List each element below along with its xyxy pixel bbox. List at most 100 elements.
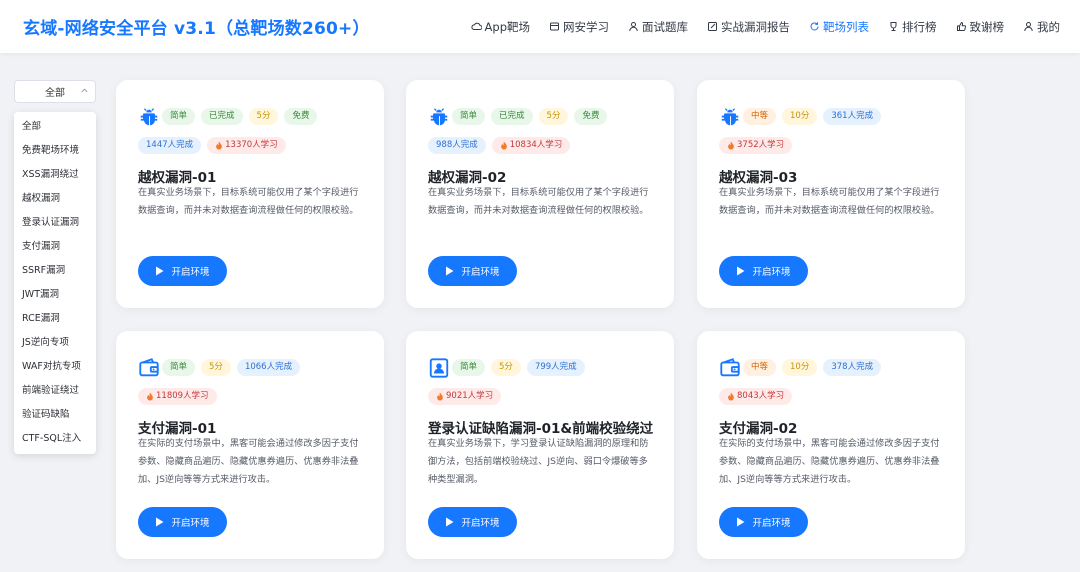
dropdown-option[interactable]: 登录认证漏洞 xyxy=(14,211,96,235)
nav-item-label: App靶场 xyxy=(484,19,530,34)
tag-badge: 5分 xyxy=(538,108,569,125)
nav-item-7[interactable]: 我的 xyxy=(1023,19,1060,35)
dropdown-option[interactable]: 免费靶场环境 xyxy=(14,139,96,163)
play-icon xyxy=(737,517,745,527)
tag-text: 361人完成 xyxy=(831,111,874,121)
category-select[interactable]: 全部 xyxy=(14,80,96,103)
fire-icon xyxy=(437,392,443,401)
tag-badge: 5分 xyxy=(491,359,521,376)
play-icon xyxy=(156,266,164,276)
tag-badge: 988人完成 xyxy=(428,137,486,154)
tag-text: 11809人学习 xyxy=(156,391,209,401)
learners-badge: 10834人学习 xyxy=(491,137,571,154)
tag-text: 3752人学习 xyxy=(737,140,785,150)
tag-text: 简单 xyxy=(460,362,478,372)
challenge-card: 简单 5分 799人完成 9021人学习 登录认证缺陷漏洞-01&前端校验绕过 在真实业务… xyxy=(406,331,674,559)
tag-badge: 免费 xyxy=(574,108,608,125)
tag-badge: 378人完成 xyxy=(823,359,882,376)
tag-list: 简单 5分 799人完成 9021人学习 xyxy=(428,359,664,417)
learners-badge: 11809人学习 xyxy=(138,388,217,405)
tag-list: 简单 已完成 5分 免费 988人完成 10834人学习 xyxy=(428,108,664,166)
tag-text: 5分 xyxy=(256,111,271,121)
nav-item-label: 网安学习 xyxy=(563,19,609,34)
nav-item-4[interactable]: 靶场列表 xyxy=(809,19,869,35)
card-description: 在实际的支付场景中，黑客可能会通过修改多因子支付参数、隐藏商品遍历、隐藏优惠券遍… xyxy=(719,438,940,485)
tag-text: 378人完成 xyxy=(831,362,874,372)
dropdown-option[interactable]: CTF-SQL注入 xyxy=(14,427,96,451)
tag-text: 5分 xyxy=(546,111,561,121)
card-title: 登录认证缺陷漏洞-01&前端校验绕过 xyxy=(428,421,654,437)
fire-icon xyxy=(728,141,734,150)
tag-list: 中等 10分 361人完成 3752人学习 xyxy=(719,108,955,166)
nav-item-1[interactable]: 网安学习 xyxy=(549,19,609,35)
tag-text: 9021人学习 xyxy=(446,391,494,401)
tag-text: 988人完成 xyxy=(436,140,478,150)
dropdown-option[interactable]: 验证码缺陷 xyxy=(14,403,96,427)
user-icon xyxy=(1024,22,1033,32)
challenge-card: 简单 5分 1066人完成 11809人学习 支付漏洞-01 在实际的支付场景中，黑客可能… xyxy=(116,331,384,559)
book-icon xyxy=(550,22,559,31)
tag-badge: 已完成 xyxy=(201,108,243,125)
chevron-up-icon xyxy=(81,88,88,93)
challenge-card: 中等 10分 361人完成 3752人学习 越权漏洞-03 在真实业务场景下，目标系统可能… xyxy=(697,80,965,308)
challenge-card: 中等 10分 378人完成 8043人学习 支付漏洞-02 在实际的支付场景中，黑客可能会… xyxy=(697,331,965,559)
tag-badge: 中等 xyxy=(743,359,777,376)
nav-item-0[interactable]: App靶场 xyxy=(470,19,530,35)
start-environment-button[interactable]: 开启环境 xyxy=(428,507,517,537)
tag-text: 已完成 xyxy=(499,111,525,121)
start-environment-button[interactable]: 开启环境 xyxy=(138,507,227,537)
dropdown-option[interactable]: 越权漏洞 xyxy=(14,187,96,211)
dropdown-option[interactable]: XSS漏洞绕过 xyxy=(14,163,96,187)
start-button-label: 开启环境 xyxy=(171,518,210,529)
tag-text: 1066人完成 xyxy=(244,362,293,372)
user-icon xyxy=(629,22,638,32)
play-icon xyxy=(156,517,164,527)
tag-text: 13370人学习 xyxy=(225,140,278,150)
start-button-label: 开启环境 xyxy=(752,518,791,529)
tag-badge: 799人完成 xyxy=(526,359,585,376)
tag-badge: 简单 xyxy=(162,108,196,125)
tag-text: 10834人学习 xyxy=(509,140,563,150)
dropdown-option[interactable]: SSRF漏洞 xyxy=(14,259,96,283)
trophy-icon xyxy=(890,22,897,31)
nav-item-6[interactable]: 致谢榜 xyxy=(956,19,1004,35)
play-icon xyxy=(446,517,454,527)
dropdown-option[interactable]: JWT漏洞 xyxy=(14,283,96,307)
tag-badge: 1066人完成 xyxy=(236,359,301,376)
card-description: 在真实业务场景下，目标系统可能仅用了某个字段进行数据查询，而并未对数据查询流程做… xyxy=(138,187,359,216)
nav-item-5[interactable]: 排行榜 xyxy=(888,19,937,35)
nav-item-label: 排行榜 xyxy=(902,19,937,34)
nav-item-3[interactable]: 实战漏洞报告 xyxy=(707,19,790,35)
play-icon xyxy=(446,266,454,276)
page-title: 玄域-网络安全平台 v3.1（总靶场数260+） xyxy=(23,19,370,39)
card-description: 在真实业务场景下，目标系统可能仅用了某个字段进行数据查询，而并未对数据查询流程做… xyxy=(428,187,649,216)
dropdown-option[interactable]: 前端验证绕过 xyxy=(14,379,96,403)
dropdown-option[interactable]: RCE漏洞 xyxy=(14,307,96,331)
challenge-card: 简单 已完成 5分 免费 988人完成 10834人学习 越权漏洞-02 在真实业务场景下，目… xyxy=(406,80,674,308)
tag-badge: 10分 xyxy=(782,359,818,376)
start-environment-button[interactable]: 开启环境 xyxy=(428,256,517,286)
challenge-card: 简单 已完成 5分 免费 1447人完成 13370人学习 越权漏洞-01 在真实业务场景下，… xyxy=(116,80,384,308)
nav-item-label: 面试题库 xyxy=(642,19,688,34)
tag-text: 10分 xyxy=(790,362,810,372)
dropdown-option[interactable]: JS逆向专项 xyxy=(14,331,96,355)
fire-icon xyxy=(500,141,507,150)
tag-list: 简单 5分 1066人完成 11809人学习 xyxy=(138,359,374,417)
tag-badge: 已完成 xyxy=(491,108,533,125)
nav-item-label: 我的 xyxy=(1037,19,1060,34)
start-environment-button[interactable]: 开启环境 xyxy=(719,507,808,537)
dropdown-option[interactable]: WAF对抗专项 xyxy=(14,355,96,379)
tag-text: 已完成 xyxy=(209,111,235,121)
nav-item-2[interactable]: 面试题库 xyxy=(628,19,688,35)
tag-list: 中等 10分 378人完成 8043人学习 xyxy=(719,359,955,417)
tag-badge: 10分 xyxy=(782,108,818,125)
card-title: 越权漏洞-02 xyxy=(428,170,507,186)
start-environment-button[interactable]: 开启环境 xyxy=(138,256,227,286)
tag-text: 简单 xyxy=(170,362,188,372)
tag-list: 简单 已完成 5分 免费 1447人完成 13370人学习 xyxy=(138,108,374,166)
tag-text: 中等 xyxy=(751,111,769,121)
dropdown-option[interactable]: 全部 xyxy=(14,115,96,139)
dropdown-option[interactable]: 支付漏洞 xyxy=(14,235,96,259)
card-description: 在真实业务场景下，目标系统可能仅用了某个字段进行数据查询，而并未对数据查询流程做… xyxy=(719,187,940,216)
start-environment-button[interactable]: 开启环境 xyxy=(719,256,808,286)
